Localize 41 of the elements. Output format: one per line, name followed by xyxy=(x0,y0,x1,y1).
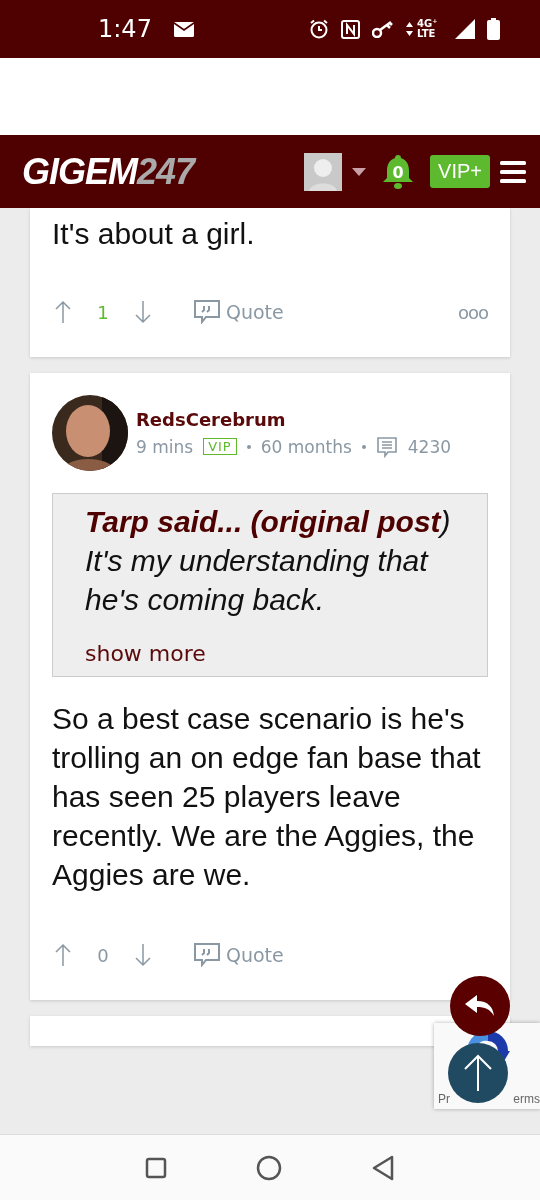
recent-apps-icon[interactable] xyxy=(144,1156,167,1179)
downvote-icon[interactable] xyxy=(134,300,152,324)
upvote-icon[interactable] xyxy=(54,943,72,967)
quote-icon xyxy=(194,943,220,967)
site-logo[interactable]: GIGEM247 xyxy=(22,150,195,193)
quote-icon xyxy=(194,300,220,324)
arrow-up-icon xyxy=(463,1053,493,1093)
caret-icon[interactable] xyxy=(352,167,367,176)
vote-count: 1 xyxy=(96,301,110,323)
nfc-icon xyxy=(341,19,360,39)
show-more-link[interactable]: show more xyxy=(85,641,457,666)
reply-icon xyxy=(465,995,495,1017)
member-tenure: 60 months xyxy=(260,436,352,457)
back-icon[interactable] xyxy=(371,1154,396,1181)
data-arrows-icon xyxy=(406,22,413,36)
quote-text: Tarp said... (original post) It's my understanding that he's coming back. xyxy=(85,504,452,618)
vip-badge: VIP xyxy=(203,438,237,455)
menu-icon[interactable] xyxy=(500,160,526,183)
privacy-link[interactable]: Pr xyxy=(438,1092,450,1106)
profile-avatar-icon[interactable] xyxy=(304,152,343,191)
clock-time: 1:47 xyxy=(98,15,152,43)
quote-button[interactable]: Quote xyxy=(188,299,290,325)
network-indicator: 4G⁺ LTE xyxy=(417,19,439,39)
vote-count: 0 xyxy=(96,944,110,966)
author-name[interactable]: RedsCerebrum xyxy=(136,408,452,430)
key-icon xyxy=(372,20,394,38)
upvote-icon[interactable] xyxy=(54,300,72,324)
terms-link[interactable]: erms xyxy=(513,1092,540,1106)
battery-icon xyxy=(487,18,500,40)
post-count: 4230 xyxy=(407,436,452,457)
comment-icon xyxy=(375,435,398,458)
home-icon[interactable] xyxy=(256,1154,282,1181)
signal-icon xyxy=(455,19,475,39)
downvote-icon[interactable] xyxy=(134,943,152,967)
post-body: It's about a girl. xyxy=(52,216,256,252)
post-body: So a best case scenario is he's trolling an on edge fan base that has seen 25 players leave recently. We are the Aggies, the Aggies are we. xyxy=(52,701,482,893)
post-time: 9 mins xyxy=(136,436,194,457)
mail-icon xyxy=(173,21,194,37)
more-options[interactable]: ooo xyxy=(457,301,488,323)
alarm-icon xyxy=(309,19,329,39)
quote-button[interactable]: Quote xyxy=(188,942,290,968)
